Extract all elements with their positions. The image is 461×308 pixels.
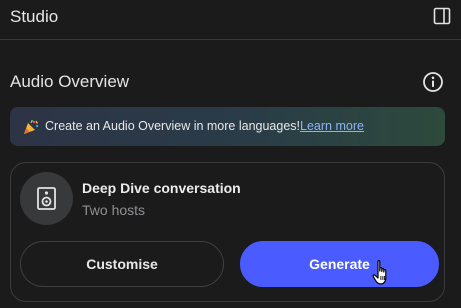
- info-icon[interactable]: [422, 71, 444, 93]
- studio-header: Studio: [0, 0, 461, 40]
- avatar: [20, 172, 73, 225]
- panel-title: Studio: [10, 7, 59, 26]
- card-title: Deep Dive conversation: [82, 180, 241, 196]
- learn-more-link[interactable]: Learn more: [300, 119, 364, 133]
- section-title: Audio Overview: [10, 72, 130, 91]
- party-popper-icon: [22, 118, 40, 136]
- side-panel-icon[interactable]: [433, 7, 451, 25]
- hand-cursor-icon: [372, 259, 392, 287]
- banner-message: Create an Audio Overview in more languag…: [45, 119, 364, 133]
- banner-text: Create an Audio Overview in more languag…: [45, 119, 301, 133]
- card-subtitle: Two hosts: [82, 202, 146, 218]
- customise-button[interactable]: Customise: [20, 241, 224, 287]
- studio-panel: Studio Audio Overview Create an Audio Ov…: [0, 0, 461, 308]
- languages-banner: Create an Audio Overview in more languag…: [10, 107, 445, 146]
- generate-button[interactable]: Generate: [240, 241, 439, 287]
